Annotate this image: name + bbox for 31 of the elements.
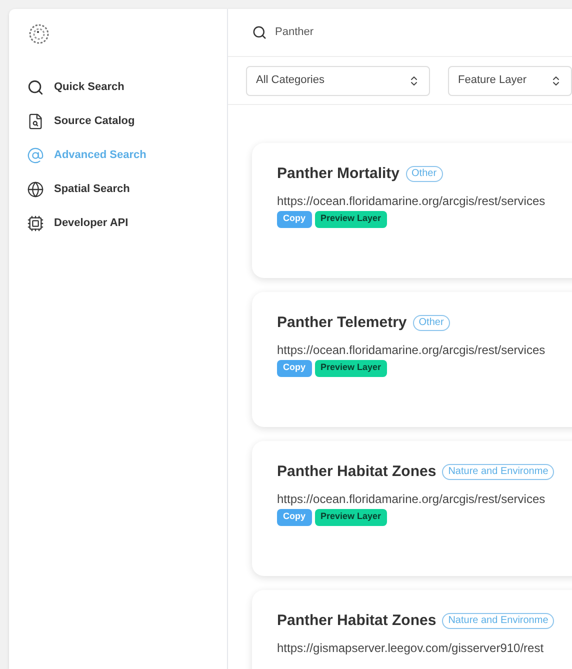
chevron-icon (408, 74, 420, 86)
search-icon (252, 25, 267, 40)
globe-icon (27, 181, 44, 198)
result-title: Panther Habitat Zones (277, 611, 436, 631)
preview-layer-button[interactable]: Preview Layer (314, 360, 388, 376)
filter-select[interactable]: Feature Layer (448, 66, 572, 96)
chip-icon (27, 215, 44, 232)
search-field[interactable]: Panther (275, 24, 475, 41)
category-tag: Other (412, 315, 450, 332)
category-tag: Other (406, 166, 443, 182)
sidebar-item[interactable]: Spatial Search (9, 175, 227, 204)
result-title: Panther Telemetry (277, 313, 407, 333)
file-search-icon (27, 113, 44, 130)
result-url: https://gismapserver.leegov.com/gisserver910/rest (277, 640, 545, 656)
sidebar-item[interactable]: Developer API (9, 209, 227, 238)
preview-layer-button[interactable]: Preview Layer (314, 210, 388, 228)
chevron-icon (550, 74, 562, 86)
logo-icon (28, 23, 50, 45)
preview-layer-button[interactable]: Preview Layer (314, 508, 388, 526)
category-tag: Nature and Environme (442, 464, 554, 480)
result-title: Panther Mortality (277, 164, 400, 184)
search-icon (27, 79, 44, 96)
at-sign-icon (27, 147, 44, 164)
category-tag: Nature and Environme (442, 613, 554, 630)
result-url: https://ocean.floridamarine.org/arcgis/rest/services (277, 490, 546, 508)
sidebar-item[interactable]: Source Catalog (9, 107, 227, 136)
sidebar-item[interactable]: Quick Search (9, 73, 227, 102)
result-title: Panther Habitat Zones (277, 462, 436, 482)
result-url: https://ocean.floridamarine.org/arcgis/rest/services (277, 192, 546, 210)
result-url: https://ocean.floridamarine.org/arcgis/rest/services (277, 342, 546, 358)
filter-select[interactable]: All Categories (246, 66, 430, 96)
